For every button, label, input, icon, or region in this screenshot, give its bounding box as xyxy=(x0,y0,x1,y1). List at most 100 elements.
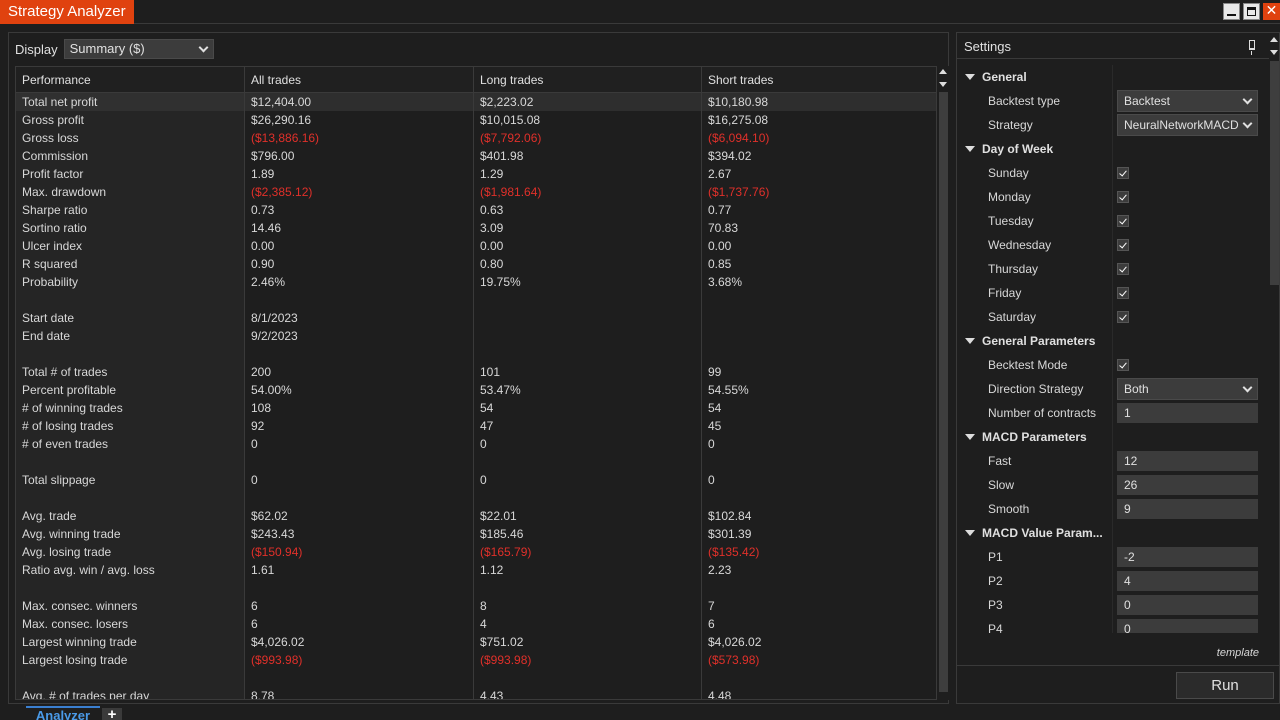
table-row[interactable]: Gross loss ($13,886.16) ($7,792.06) ($6,094… xyxy=(16,129,936,147)
table-row[interactable]: Largest losing trade ($993.98) ($993.98) ($… xyxy=(16,651,936,669)
scroll-down-icon[interactable] xyxy=(1270,50,1278,55)
property-checkbox[interactable] xyxy=(1117,359,1129,371)
settings-section[interactable]: MACD Parameters xyxy=(957,425,1269,449)
scroll-down-icon[interactable] xyxy=(939,82,947,87)
settings-header: Settings xyxy=(957,33,1269,59)
table-row[interactable]: Total net profit $12,404.00 $2,223.02 $10,1… xyxy=(16,93,936,111)
table-row[interactable]: R squared 0.90 0.80 0.85 xyxy=(16,255,936,273)
table-row[interactable]: Total # of trades 200 101 99 xyxy=(16,363,936,381)
table-row[interactable]: Avg. # of trades per day 8.78 4.43 4.48 xyxy=(16,687,936,699)
table-row[interactable] xyxy=(16,579,936,597)
cell-long: 1.12 xyxy=(474,561,702,579)
close-button[interactable]: ✕ xyxy=(1263,2,1280,20)
settings-scrollbar[interactable] xyxy=(1269,33,1280,665)
property-dropdown[interactable]: NeuralNetworkMACD xyxy=(1117,114,1258,136)
settings-section[interactable]: Day of Week xyxy=(957,137,1269,161)
minimize-button[interactable] xyxy=(1223,3,1240,20)
property-checkbox[interactable] xyxy=(1117,215,1129,227)
column-header-all-trades[interactable]: All trades xyxy=(245,67,474,92)
run-button[interactable]: Run xyxy=(1176,672,1274,699)
cell-long xyxy=(474,327,702,345)
property-input[interactable]: 9 xyxy=(1117,499,1258,519)
section-label: MACD Value Param... xyxy=(982,526,1103,540)
table-row[interactable]: Start date 8/1/2023 xyxy=(16,309,936,327)
settings-section[interactable]: General xyxy=(957,65,1269,89)
column-header-long-trades[interactable]: Long trades xyxy=(474,67,702,92)
tab-analyzer[interactable]: Analyzer xyxy=(26,706,100,720)
property-input[interactable]: 12 xyxy=(1117,451,1258,471)
cell-long xyxy=(474,453,702,471)
collapse-triangle-icon[interactable] xyxy=(965,434,975,440)
pin-icon[interactable] xyxy=(1249,40,1255,55)
property-grid: General Backtest type Backtest Strategy Neur… xyxy=(957,65,1269,633)
table-row[interactable]: Largest winning trade $4,026.02 $751.02 $4,… xyxy=(16,633,936,651)
collapse-triangle-icon[interactable] xyxy=(965,74,975,80)
table-row[interactable] xyxy=(16,453,936,471)
table-row[interactable]: Avg. winning trade $243.43 $185.46 $301.39 xyxy=(16,525,936,543)
row-label: Avg. winning trade xyxy=(16,525,245,543)
property-input[interactable]: 1 xyxy=(1117,403,1258,423)
table-row[interactable]: # of losing trades 92 47 45 xyxy=(16,417,936,435)
property-input[interactable]: 4 xyxy=(1117,571,1258,591)
cell-long: $2,223.02 xyxy=(474,93,702,111)
row-label: # of winning trades xyxy=(16,399,245,417)
table-row[interactable]: Total slippage 0 0 0 xyxy=(16,471,936,489)
property-input[interactable]: -2 xyxy=(1117,547,1258,567)
table-row[interactable] xyxy=(16,669,936,687)
table-row[interactable]: # of winning trades 108 54 54 xyxy=(16,399,936,417)
scroll-up-icon[interactable] xyxy=(939,69,947,74)
grid-scrollbar[interactable] xyxy=(938,66,949,700)
property-checkbox[interactable] xyxy=(1117,191,1129,203)
property-checkbox[interactable] xyxy=(1117,263,1129,275)
table-row[interactable]: Max. consec. losers 6 4 6 xyxy=(16,615,936,633)
table-row[interactable]: Profit factor 1.89 1.29 2.67 xyxy=(16,165,936,183)
table-row[interactable]: Avg. trade $62.02 $22.01 $102.84 xyxy=(16,507,936,525)
collapse-triangle-icon[interactable] xyxy=(965,338,975,344)
scrollbar-thumb[interactable] xyxy=(1270,61,1279,285)
property-checkbox[interactable] xyxy=(1117,287,1129,299)
table-row[interactable]: End date 9/2/2023 xyxy=(16,327,936,345)
column-header-short-trades[interactable]: Short trades xyxy=(702,67,930,92)
table-row[interactable]: Percent profitable 54.00% 53.47% 54.55% xyxy=(16,381,936,399)
table-row[interactable]: Gross profit $26,290.16 $10,015.08 $16,275.… xyxy=(16,111,936,129)
row-label: Avg. trade xyxy=(16,507,245,525)
column-header-performance[interactable]: Performance xyxy=(16,67,245,92)
scroll-up-icon[interactable] xyxy=(1270,37,1278,42)
cell-short xyxy=(702,453,930,471)
cell-long: 3.09 xyxy=(474,219,702,237)
table-row[interactable]: Sharpe ratio 0.73 0.63 0.77 xyxy=(16,201,936,219)
scrollbar-thumb[interactable] xyxy=(939,92,948,692)
property-input[interactable]: 0 xyxy=(1117,595,1258,615)
template-link[interactable]: template xyxy=(1217,647,1259,659)
collapse-triangle-icon[interactable] xyxy=(965,146,975,152)
property-dropdown[interactable]: Both xyxy=(1117,378,1258,400)
property-checkbox[interactable] xyxy=(1117,239,1129,251)
table-row[interactable]: Max. drawdown ($2,385.12) ($1,981.64) ($1,7… xyxy=(16,183,936,201)
property-checkbox[interactable] xyxy=(1117,311,1129,323)
property-input[interactable]: 0 xyxy=(1117,619,1258,633)
maximize-button[interactable] xyxy=(1243,3,1260,20)
property-input[interactable]: 26 xyxy=(1117,475,1258,495)
property-dropdown[interactable]: Backtest xyxy=(1117,90,1258,112)
table-row[interactable] xyxy=(16,345,936,363)
row-label: Avg. losing trade xyxy=(16,543,245,561)
table-row[interactable]: Ratio avg. win / avg. loss 1.61 1.12 2.23 xyxy=(16,561,936,579)
table-row[interactable]: Probability 2.46% 19.75% 3.68% xyxy=(16,273,936,291)
settings-section[interactable]: MACD Value Param... xyxy=(957,521,1269,545)
row-label xyxy=(16,579,245,597)
table-row[interactable]: Ulcer index 0.00 0.00 0.00 xyxy=(16,237,936,255)
table-row[interactable] xyxy=(16,291,936,309)
add-tab-button[interactable]: + xyxy=(102,707,122,720)
property-label: Wednesday xyxy=(988,238,1052,252)
display-dropdown[interactable]: Summary ($) xyxy=(63,39,214,59)
table-row[interactable]: # of even trades 0 0 0 xyxy=(16,435,936,453)
table-row[interactable]: Avg. losing trade ($150.94) ($165.79) ($135… xyxy=(16,543,936,561)
table-row[interactable]: Max. consec. winners 6 8 7 xyxy=(16,597,936,615)
table-row[interactable] xyxy=(16,489,936,507)
table-row[interactable]: Sortino ratio 14.46 3.09 70.83 xyxy=(16,219,936,237)
property-checkbox[interactable] xyxy=(1117,167,1129,179)
table-row[interactable]: Commission $796.00 $401.98 $394.02 xyxy=(16,147,936,165)
property-row: Friday xyxy=(957,281,1269,305)
collapse-triangle-icon[interactable] xyxy=(965,530,975,536)
settings-section[interactable]: General Parameters xyxy=(957,329,1269,353)
